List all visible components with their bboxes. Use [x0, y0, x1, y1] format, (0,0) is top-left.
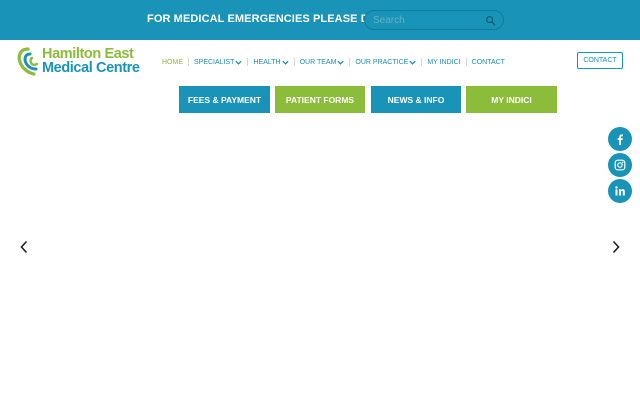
chevron-down-icon [281, 60, 289, 65]
nav-item-my-indici[interactable]: MY INDICI [427, 59, 460, 66]
instagram-icon [614, 159, 626, 171]
nav-item-health[interactable]: HEALTH [253, 58, 289, 66]
chevron-down-icon [235, 60, 243, 65]
news-info-button[interactable]: NEWS & INFO [371, 86, 461, 113]
linkedin-icon [615, 186, 625, 196]
nav-label: CONTACT [471, 58, 505, 66]
search-icon[interactable] [485, 15, 496, 26]
chevron-down-icon [409, 60, 416, 65]
nav-divider [293, 58, 295, 66]
nav-divider [465, 58, 467, 66]
nav-divider [247, 58, 249, 66]
nav-label: SPECIALIST [194, 58, 235, 66]
contact-button[interactable]: CONTACT [577, 52, 623, 69]
search-input[interactable] [373, 13, 483, 28]
nav-divider [421, 58, 423, 66]
nav-item-specialist[interactable]: SPECIALIST [194, 58, 243, 66]
main-nav: HOME SPECIALIST HEALTH OUR TEAM OUR PRAC… [162, 56, 505, 68]
nav-divider [349, 58, 351, 66]
emergency-bar: FOR MEDICAL EMERGENCIES PLEASE DIAL 111 [0, 0, 640, 40]
linkedin-link[interactable] [608, 179, 632, 203]
nav-label: OUR TEAM [299, 58, 337, 66]
site-logo[interactable]: Hamilton East Medical Centre [16, 46, 146, 78]
chevron-left-icon[interactable] [19, 240, 29, 254]
logo-text-line2: Medical Centre [42, 60, 140, 76]
fees-payment-button[interactable]: FEES & PAYMENT [179, 86, 270, 113]
chevron-down-icon [337, 60, 344, 65]
nav-label: HEALTH [253, 58, 281, 66]
nav-label: HOME [162, 58, 183, 66]
nav-label: MY INDICI [427, 58, 461, 66]
nav-item-home[interactable]: HOME [162, 59, 183, 66]
facebook-icon [617, 134, 623, 145]
patient-forms-button[interactable]: PATIENT FORMS [275, 86, 365, 113]
logo-mark-icon [17, 47, 39, 76]
chevron-right-icon[interactable] [611, 240, 621, 254]
nav-item-our-team[interactable]: OUR TEAM [300, 59, 345, 66]
facebook-link[interactable] [608, 127, 632, 151]
my-indici-button[interactable]: MY INDICI [466, 86, 557, 113]
nav-divider [188, 58, 189, 66]
nav-label: OUR PRACTICE [355, 58, 409, 66]
instagram-link[interactable] [608, 153, 632, 177]
nav-item-contact[interactable]: CONTACT [472, 59, 505, 66]
search-box[interactable] [364, 10, 504, 30]
nav-item-our-practice[interactable]: OUR PRACTICE [355, 59, 416, 66]
